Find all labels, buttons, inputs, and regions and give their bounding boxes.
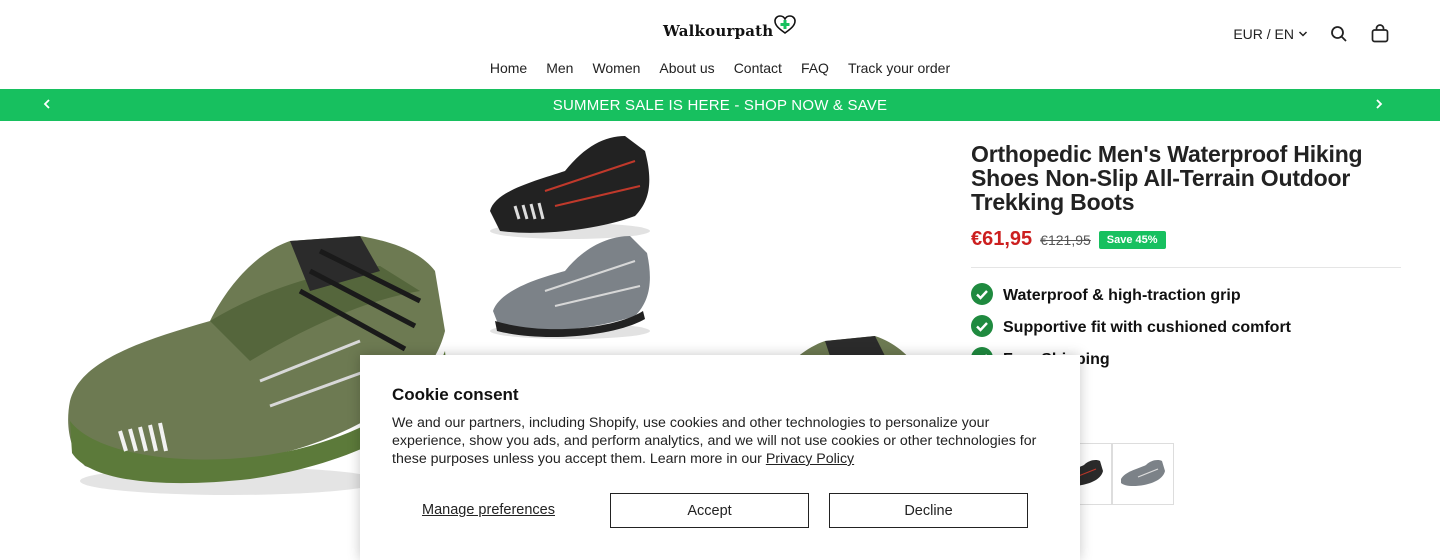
privacy-policy-link[interactable]: Privacy Policy [766, 451, 854, 467]
check-circle-icon [971, 282, 993, 310]
currency-selector[interactable]: EUR / EN [1233, 26, 1308, 42]
decline-button[interactable]: Decline [829, 493, 1028, 528]
logo-text: Walkourpath [663, 22, 774, 40]
sale-price: €61,95 [971, 228, 1033, 250]
announcement-text: SUMMER SALE IS HERE - SHOP NOW & SAVE [552, 96, 888, 114]
site-header: Walkourpath Home Men Women About us Cont… [0, 0, 1440, 89]
chevron-right-icon[interactable] [1372, 97, 1386, 111]
currency-label: EUR / EN [1233, 26, 1294, 42]
nav-contact[interactable]: Contact [734, 60, 782, 76]
search-icon[interactable] [1330, 25, 1348, 43]
feature-text: Supportive fit with cushioned comfort [1003, 319, 1291, 336]
compare-price: €121,95 [1040, 231, 1091, 248]
cookie-actions: Manage preferences Accept Decline [392, 493, 1048, 529]
product-title: Orthopedic Men's Waterproof Hiking Shoes… [971, 141, 1363, 215]
cookie-title: Cookie consent [392, 385, 519, 404]
header-actions: EUR / EN [1233, 24, 1390, 44]
save-badge: Save 45% [1098, 230, 1166, 249]
nav-women[interactable]: Women [592, 60, 640, 76]
bag-icon[interactable] [1370, 24, 1390, 44]
nav-home[interactable]: Home [490, 60, 527, 76]
heart-cross-icon [774, 14, 797, 40]
price-row: €61,95 €121,95 Save 45% [971, 228, 1401, 251]
check-circle-icon [971, 314, 993, 342]
cookie-body-text: We and our partners, including Shopify, … [392, 415, 1037, 467]
announcement-bar: SUMMER SALE IS HERE - SHOP NOW & SAVE [0, 89, 1440, 121]
logo[interactable]: Walkourpath [663, 14, 797, 40]
divider [971, 267, 1401, 268]
nav-track-order[interactable]: Track your order [848, 60, 950, 76]
nav-about[interactable]: About us [659, 60, 714, 76]
cookie-consent-dialog: Cookie consent We and our partners, incl… [360, 355, 1080, 560]
cookie-body: We and our partners, including Shopify, … [392, 414, 1042, 468]
nav-faq[interactable]: FAQ [801, 60, 829, 76]
chevron-left-icon[interactable] [40, 97, 54, 111]
product-info: Orthopedic Men's Waterproof Hiking Shoes… [971, 142, 1401, 376]
nav-men[interactable]: Men [546, 60, 573, 76]
feature-text: Waterproof & high-traction grip [1003, 287, 1241, 304]
chevron-down-icon [1298, 26, 1308, 42]
accept-button[interactable]: Accept [610, 493, 809, 528]
manage-preferences-link[interactable]: Manage preferences [422, 502, 555, 518]
variant-thumb-grey[interactable] [1112, 443, 1174, 505]
feature-item: Supportive fit with cushioned comfort [971, 312, 1401, 344]
feature-item: Waterproof & high-traction grip [971, 280, 1401, 312]
main-nav: Home Men Women About us Contact FAQ Trac… [0, 60, 1440, 76]
